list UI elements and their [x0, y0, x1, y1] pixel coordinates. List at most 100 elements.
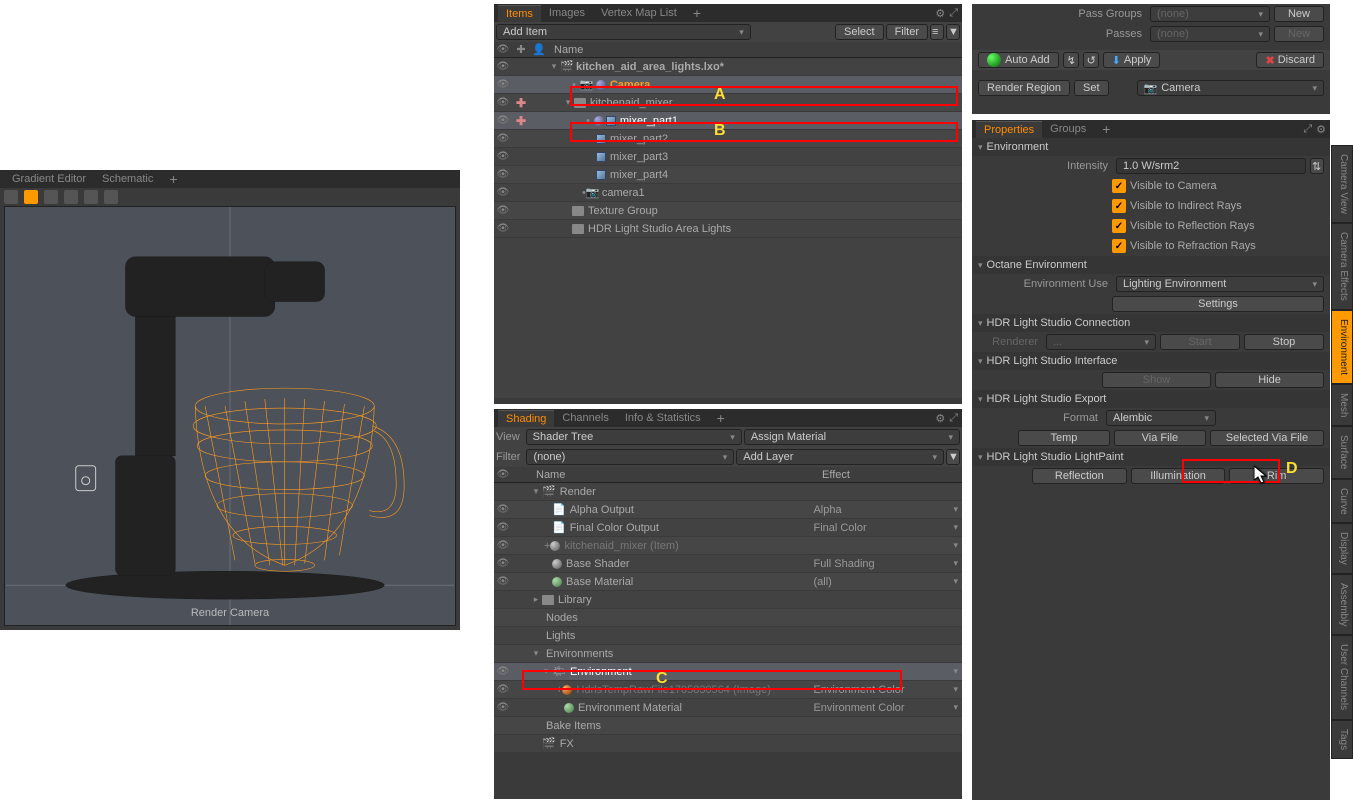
section-hdrls-iface[interactable]: HDR Light Studio Interface: [972, 352, 1330, 370]
item-row-mixer1[interactable]: 👁✚ • mixer_part1: [494, 112, 962, 130]
vp-icon-2[interactable]: [24, 190, 38, 204]
shader-row-final[interactable]: 👁 📄 Final Color Output Final Color▾: [494, 519, 962, 537]
discard-button[interactable]: ✖Discard: [1256, 52, 1324, 68]
select-button[interactable]: Select: [835, 24, 884, 40]
section-hdrls-export[interactable]: HDR Light Studio Export: [972, 390, 1330, 408]
vis-reflection-check[interactable]: ✓: [1112, 219, 1126, 233]
item-row-camera[interactable]: 👁 • 📷 Camera: [494, 76, 962, 94]
expand-icon-3[interactable]: ⤢: [1303, 123, 1312, 136]
funnel-icon[interactable]: ▼: [946, 24, 960, 40]
shader-row-lights[interactable]: Lights: [494, 627, 962, 645]
tab-items[interactable]: Items: [498, 5, 541, 22]
vis-camera-check[interactable]: ✓: [1112, 179, 1126, 193]
vis-refraction-check[interactable]: ✓: [1112, 239, 1126, 253]
name-col-header[interactable]: Name: [530, 469, 822, 481]
effect-col-header[interactable]: Effect: [822, 469, 962, 481]
shader-row-bake[interactable]: Bake Items: [494, 717, 962, 735]
item-row-mixer3[interactable]: 👁 mixer_part3: [494, 148, 962, 166]
vis-indirect-check[interactable]: ✓: [1112, 199, 1126, 213]
tab-groups[interactable]: Groups: [1042, 121, 1094, 137]
viewport-3d[interactable]: Render Camera: [4, 206, 456, 626]
list-icon[interactable]: ≡: [930, 24, 944, 40]
side-tab-assembly[interactable]: Assembly: [1331, 574, 1353, 635]
rim-button[interactable]: Rim: [1229, 468, 1324, 484]
section-hdrls-conn[interactable]: HDR Light Studio Connection: [972, 314, 1330, 332]
tab-channels[interactable]: Channels: [554, 410, 616, 426]
shader-row-library[interactable]: ▸ Library: [494, 591, 962, 609]
expand-icon-2[interactable]: ⤢: [949, 412, 958, 425]
vp-icon-1[interactable]: [4, 190, 18, 204]
tab-info-stats[interactable]: Info & Statistics: [617, 410, 709, 426]
via-file-button[interactable]: Via File: [1114, 430, 1206, 446]
side-tab-environment[interactable]: Environment: [1331, 310, 1353, 384]
shader-tree-dropdown[interactable]: Shader Tree: [526, 429, 742, 445]
item-row-camera1[interactable]: 👁 • 📷 camera1: [494, 184, 962, 202]
gear-icon-3[interactable]: ⚙: [1316, 123, 1326, 136]
shader-row-km[interactable]: 👁 + kitchenaid_mixer (Item) ▾: [494, 537, 962, 555]
shader-row-hdrtemp[interactable]: 👁 + HdrlsTempRawFile1705830564 (Image) E…: [494, 681, 962, 699]
shader-row-environments[interactable]: ▾ Environments: [494, 645, 962, 663]
tab-properties[interactable]: Properties: [976, 121, 1042, 138]
intensity-spinner[interactable]: ⇅: [1310, 158, 1324, 174]
item-row-texture[interactable]: 👁 Texture Group: [494, 202, 962, 220]
shader-row-fx[interactable]: 🎬 FX: [494, 735, 962, 753]
show-button[interactable]: Show: [1102, 372, 1211, 388]
side-tab-display[interactable]: Display: [1331, 523, 1353, 574]
shader-row-envmat[interactable]: 👁 Environment Material Environment Color…: [494, 699, 962, 717]
section-lightpaint[interactable]: HDR Light Studio LightPaint: [972, 448, 1330, 466]
vp-icon-4[interactable]: [64, 190, 78, 204]
illumination-button[interactable]: Illumination: [1131, 468, 1226, 484]
tab-images[interactable]: Images: [541, 5, 593, 21]
add-item-dropdown[interactable]: Add Item: [496, 24, 751, 40]
shader-row-environment[interactable]: 👁 ▾🌤 Environment ▾: [494, 663, 962, 681]
render-region-button[interactable]: Render Region: [978, 80, 1070, 96]
item-row-hdrls[interactable]: 👁 HDR Light Studio Area Lights: [494, 220, 962, 238]
funnel-icon-2[interactable]: ▼: [946, 449, 960, 465]
sync-icon-2[interactable]: ↺: [1083, 52, 1099, 68]
tab-add[interactable]: +: [161, 169, 185, 189]
section-octane[interactable]: Octane Environment: [972, 256, 1330, 274]
apply-button[interactable]: ⬇Apply: [1103, 52, 1161, 68]
filter-button[interactable]: Filter: [886, 24, 928, 40]
gear-icon-2[interactable]: ⚙: [935, 412, 945, 425]
tab-shading[interactable]: Shading: [498, 410, 554, 427]
item-row-scene[interactable]: 👁 ▾🎬 kitchen_aid_area_lights.lxo*: [494, 58, 962, 76]
section-environment[interactable]: Environment: [972, 138, 1330, 156]
vp-icon-5[interactable]: [84, 190, 98, 204]
gear-icon[interactable]: ⚙: [935, 7, 945, 20]
side-tab-tags[interactable]: Tags: [1331, 720, 1353, 759]
shader-row-baseshader[interactable]: 👁 Base Shader Full Shading▾: [494, 555, 962, 573]
auto-add-button[interactable]: Auto Add: [978, 52, 1059, 68]
hide-button[interactable]: Hide: [1215, 372, 1324, 388]
expand-icon[interactable]: ⤢: [949, 7, 958, 20]
tab-add-shading[interactable]: +: [709, 408, 733, 428]
side-tab-camera-view[interactable]: Camera View: [1331, 145, 1353, 223]
tab-add-items[interactable]: +: [685, 3, 709, 23]
side-tab-mesh[interactable]: Mesh: [1331, 384, 1353, 426]
temp-button[interactable]: Temp: [1018, 430, 1110, 446]
shader-row-alpha[interactable]: 👁 📄 Alpha Output Alpha▾: [494, 501, 962, 519]
selected-via-file-button[interactable]: Selected Via File: [1210, 430, 1324, 446]
item-row-mixer4[interactable]: 👁 mixer_part4: [494, 166, 962, 184]
set-button[interactable]: Set: [1074, 80, 1109, 96]
stop-button[interactable]: Stop: [1244, 334, 1324, 350]
reflection-button[interactable]: Reflection: [1032, 468, 1127, 484]
shader-row-render[interactable]: ▾🎬 Render: [494, 483, 962, 501]
side-tab-curve[interactable]: Curve: [1331, 479, 1353, 524]
camera-dropdown[interactable]: 📷 Camera: [1137, 80, 1324, 96]
settings-button[interactable]: Settings: [1112, 296, 1324, 312]
shader-row-basemat[interactable]: 👁 Base Material (all)▾: [494, 573, 962, 591]
new-button-1[interactable]: New: [1274, 6, 1324, 22]
start-button[interactable]: Start: [1160, 334, 1240, 350]
tab-schematic[interactable]: Schematic: [94, 171, 161, 187]
side-tab-surface[interactable]: Surface: [1331, 426, 1353, 478]
tab-add-props[interactable]: +: [1094, 119, 1118, 139]
intensity-input[interactable]: 1.0 W/srm2: [1116, 158, 1306, 174]
item-row-kitchenaid[interactable]: 👁✚ ▾ kitchenaid_mixer: [494, 94, 962, 112]
assign-material-dropdown[interactable]: Assign Material: [744, 429, 960, 445]
env-use-dropdown[interactable]: Lighting Environment: [1116, 276, 1324, 292]
name-column-header[interactable]: Name: [548, 44, 583, 56]
item-row-mixer2[interactable]: 👁 mixer_part2: [494, 130, 962, 148]
pass-groups-dropdown[interactable]: (none): [1150, 6, 1270, 22]
shader-row-nodes[interactable]: Nodes: [494, 609, 962, 627]
